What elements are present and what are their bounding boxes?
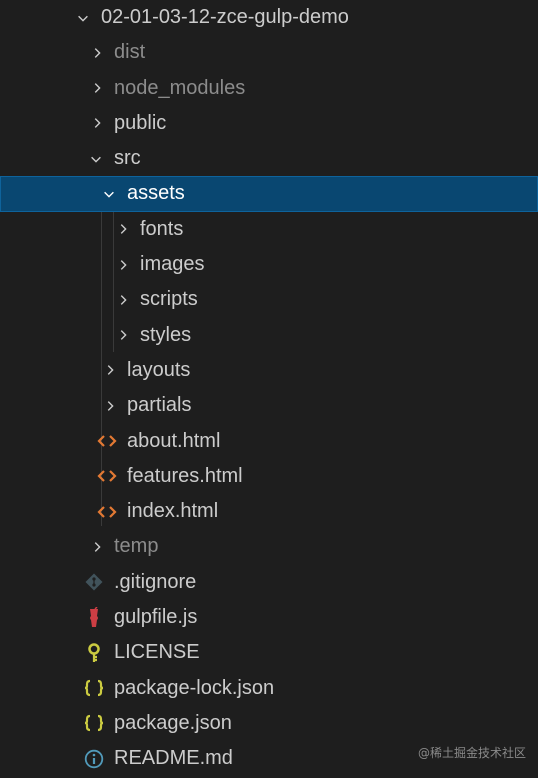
tree-item-partials[interactable]: partials (0, 388, 538, 423)
tree-item-src[interactable]: src (0, 141, 538, 176)
tree-item-label: gulpfile.js (114, 606, 198, 629)
tree-item-label: about.html (127, 429, 221, 452)
file-explorer-tree: 02-01-03-12-zce-gulp-demo dist node_modu… (0, 0, 538, 777)
tree-item-label: .gitignore (114, 570, 197, 593)
tree-item-fonts[interactable]: fonts (0, 212, 538, 247)
tree-item-dist[interactable]: dist (0, 35, 538, 70)
tree-item-label: src (114, 147, 141, 170)
tree-item-temp[interactable]: temp (0, 529, 538, 564)
git-icon (84, 565, 104, 600)
tree-item-gulpfile[interactable]: gulpfile.js (0, 600, 538, 635)
tree-item-public[interactable]: public (0, 106, 538, 141)
tree-item-label: assets (127, 182, 185, 205)
tree-item-node-modules[interactable]: node_modules (0, 71, 538, 106)
json-icon (84, 671, 104, 706)
tree-item-license[interactable]: LICENSE (0, 635, 538, 670)
tree-item-label: LICENSE (114, 641, 200, 664)
tree-item-gitignore[interactable]: .gitignore (0, 565, 538, 600)
tree-item-assets[interactable]: assets (0, 176, 538, 213)
tree-item-label: package.json (114, 711, 232, 734)
chevron-right-icon (90, 106, 104, 141)
license-icon (84, 635, 104, 670)
chevron-right-icon (103, 388, 117, 423)
tree-item-package-lock-json[interactable]: package-lock.json (0, 671, 538, 706)
tree-item-label: images (140, 253, 205, 276)
chevron-right-icon (116, 247, 130, 282)
chevron-down-icon (89, 141, 103, 176)
gulp-icon (84, 600, 104, 635)
tree-item-label: node_modules (114, 76, 246, 99)
chevron-right-icon (90, 71, 104, 106)
tree-item-label: README.md (114, 747, 233, 770)
root-folder-label: 02-01-03-12-zce-gulp-demo (101, 6, 349, 28)
tree-item-images[interactable]: images (0, 247, 538, 282)
info-icon (84, 741, 104, 776)
chevron-down-icon (102, 176, 116, 211)
tree-item-label: layouts (127, 358, 191, 381)
tree-item-label: partials (127, 394, 192, 417)
tree-item-package-json[interactable]: package.json (0, 706, 538, 741)
html-icon (97, 459, 117, 494)
json-icon (84, 706, 104, 741)
html-icon (97, 424, 117, 459)
tree-item-label: dist (114, 41, 146, 64)
chevron-right-icon (90, 529, 104, 564)
tree-item-label: styles (140, 323, 192, 346)
tree-item-label: public (114, 111, 167, 134)
tree-item-label: features.html (127, 464, 243, 487)
chevron-right-icon (116, 318, 130, 353)
chevron-right-icon (116, 282, 130, 317)
tree-item-index-html[interactable]: index.html (0, 494, 538, 529)
tree-item-about-html[interactable]: about.html (0, 424, 538, 459)
chevron-right-icon (116, 212, 130, 247)
chevron-right-icon (90, 35, 104, 70)
chevron-down-icon (76, 0, 90, 35)
tree-item-layouts[interactable]: layouts (0, 353, 538, 388)
html-icon (97, 494, 117, 529)
tree-item-label: fonts (140, 217, 184, 240)
tree-item-label: package-lock.json (114, 676, 275, 699)
watermark: @稀土掘金技术社区 (417, 746, 526, 760)
tree-item-label: index.html (127, 500, 219, 523)
tree-item-label: temp (114, 535, 159, 558)
tree-item-scripts[interactable]: scripts (0, 282, 538, 317)
tree-item-label: scripts (140, 288, 198, 311)
tree-item-features-html[interactable]: features.html (0, 459, 538, 494)
chevron-right-icon (103, 353, 117, 388)
tree-item-styles[interactable]: styles (0, 318, 538, 353)
root-folder-row[interactable]: 02-01-03-12-zce-gulp-demo (0, 0, 538, 35)
